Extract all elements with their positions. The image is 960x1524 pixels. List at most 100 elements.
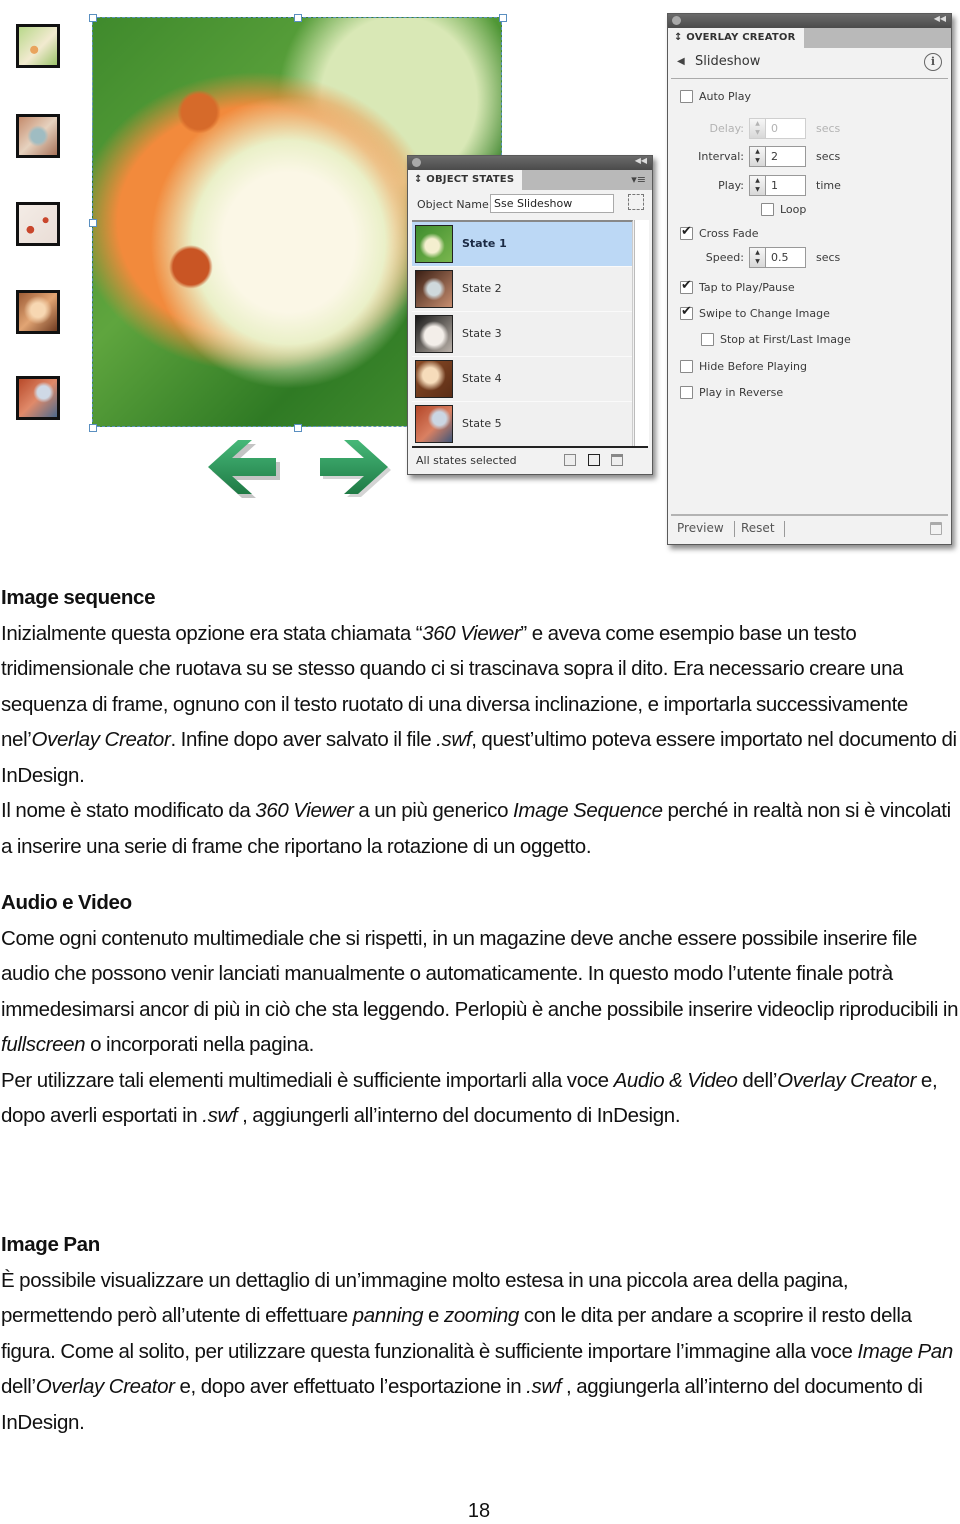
interval-spinner[interactable]: ▲ ▼ <box>749 146 766 167</box>
thumbnail-1[interactable] <box>16 24 60 68</box>
delay-spinner: ▲ ▼ <box>749 118 766 139</box>
section-heading: Image sequence <box>1 586 156 609</box>
play-spinner[interactable]: ▲ ▼ <box>749 175 766 196</box>
hide-row[interactable]: Hide Before Playing <box>680 360 807 373</box>
page-number: 18 <box>467 1500 491 1522</box>
auto-play-row[interactable]: Auto Play <box>680 90 751 103</box>
thumbnail-4[interactable] <box>16 290 60 334</box>
interval-label: Interval: <box>698 150 744 163</box>
selection-handle[interactable] <box>294 14 302 22</box>
tap-to-play-checkbox[interactable] <box>680 278 693 294</box>
play-in-reverse-checkbox[interactable] <box>680 386 693 399</box>
selection-handle[interactable] <box>89 424 97 432</box>
swipe-checkbox[interactable] <box>680 304 693 320</box>
back-icon[interactable]: ◀ <box>677 56 685 67</box>
play-input[interactable]: 1 <box>766 175 806 196</box>
states-scrollbar[interactable] <box>634 220 649 446</box>
arrow-right-icon[interactable] <box>314 436 394 498</box>
delay-unit: secs <box>816 122 841 135</box>
section-heading: Audio e Video <box>1 891 132 914</box>
new-state-icon[interactable] <box>564 454 576 466</box>
state-thumbnail <box>415 405 453 443</box>
tab-overlay-creator[interactable]: ↕ OVERLAY CREATOR <box>668 28 804 48</box>
convert-to-mso-icon[interactable] <box>628 194 644 210</box>
preview-button[interactable]: Preview <box>677 521 724 535</box>
selection-handle[interactable] <box>89 14 97 22</box>
object-name-input[interactable]: Sse Slideshow <box>490 194 614 213</box>
stop-row[interactable]: Stop at First/Last Image <box>701 333 851 346</box>
tab-object-states[interactable]: ↕ OBJECT STATES <box>408 170 523 190</box>
thumbnail-2[interactable] <box>16 114 60 158</box>
state-label: State 4 <box>462 372 502 385</box>
thumbnail-5[interactable] <box>16 376 60 420</box>
loop-row[interactable]: Loop <box>761 203 806 216</box>
section-image-pan: Image Pan È possibile visualizzare un de… <box>1 1227 959 1440</box>
tap-row[interactable]: Tap to Play/Pause <box>680 278 795 294</box>
paragraph: È possibile visualizzare un dettaglio di… <box>1 1268 953 1434</box>
selection-handle[interactable] <box>294 424 302 432</box>
delay-label: Delay: <box>709 122 744 135</box>
overlay-type-title: Slideshow <box>695 54 761 69</box>
section-heading: Image Pan <box>1 1233 100 1256</box>
panel-menu-icon[interactable]: ▾≡ <box>631 173 646 186</box>
panel-tab-row: ↕ OBJECT STATES ▾≡ <box>408 170 652 190</box>
paragraph: Il nome è stato modificato da 360 Viewer… <box>1 799 951 858</box>
loop-checkbox[interactable] <box>761 203 774 216</box>
state-item[interactable]: State 4 <box>412 357 632 402</box>
speed-spinner[interactable]: ▲ ▼ <box>749 247 766 268</box>
interval-input[interactable]: 2 <box>766 146 806 167</box>
selection-handle[interactable] <box>89 219 97 227</box>
panel-titlebar[interactable]: ◀◀ <box>408 156 652 170</box>
swipe-label: Swipe to Change Image <box>699 307 830 320</box>
state-item[interactable]: State 5 <box>412 402 632 447</box>
paragraph: Come ogni contenuto multimediale che si … <box>1 926 959 1057</box>
object-states-footer: All states selected <box>412 446 648 474</box>
state-label: State 2 <box>462 282 502 295</box>
object-states-panel: ◀◀ ↕ OBJECT STATES ▾≡ Object Name: Sse S… <box>407 155 653 475</box>
hide-before-playing-label: Hide Before Playing <box>699 360 807 373</box>
duplicate-state-icon[interactable] <box>588 454 600 466</box>
reset-button[interactable]: Reset <box>741 521 775 535</box>
collapse-icon[interactable]: ◀◀ <box>635 156 647 165</box>
thumbnail-3[interactable] <box>16 202 60 246</box>
state-label: State 1 <box>462 237 507 250</box>
play-in-reverse-label: Play in Reverse <box>699 386 784 399</box>
speed-row: Speed: ▲ ▼ 0.5 secs <box>668 247 840 268</box>
cross-fade-row[interactable]: Cross Fade <box>680 224 758 240</box>
info-icon[interactable]: i <box>924 53 942 71</box>
close-icon[interactable] <box>672 16 681 25</box>
speed-input[interactable]: 0.5 <box>766 247 806 268</box>
delete-state-icon[interactable] <box>611 454 623 466</box>
interval-unit: secs <box>816 150 841 163</box>
auto-play-checkbox[interactable] <box>680 90 693 103</box>
state-label: State 3 <box>462 327 502 340</box>
object-name-label: Object Name: <box>417 198 493 211</box>
play-row: Play: ▲ ▼ 1 time <box>668 175 841 196</box>
state-item[interactable]: State 1 <box>412 222 632 267</box>
stop-at-first-last-checkbox[interactable] <box>701 333 714 346</box>
panel-titlebar[interactable]: ◀◀ <box>668 14 951 28</box>
state-thumbnail <box>415 360 453 398</box>
collapse-icon[interactable]: ◀◀ <box>934 14 946 23</box>
divider <box>784 521 785 537</box>
cross-fade-checkbox[interactable] <box>680 224 693 240</box>
overlay-creator-panel: ◀◀ ↕ OVERLAY CREATOR ◀ Slideshow i Auto … <box>667 13 952 545</box>
stop-at-first-last-label: Stop at First/Last Image <box>720 333 851 346</box>
state-item[interactable]: State 3 <box>412 312 632 357</box>
swipe-row[interactable]: Swipe to Change Image <box>680 304 830 320</box>
loop-label: Loop <box>780 203 807 216</box>
state-label: State 5 <box>462 417 502 430</box>
speed-unit: secs <box>816 251 841 264</box>
trash-icon[interactable] <box>930 522 942 535</box>
section-audio-video: Audio e Video Come ogni contenuto multim… <box>1 885 959 1134</box>
play-unit: time <box>816 179 841 192</box>
state-thumbnail <box>415 270 453 308</box>
selection-handle[interactable] <box>499 14 507 22</box>
hide-before-playing-checkbox[interactable] <box>680 360 693 373</box>
object-name-row: Object Name: Sse Slideshow <box>408 190 652 218</box>
state-item[interactable]: State 2 <box>412 267 632 312</box>
close-icon[interactable] <box>412 158 421 167</box>
tap-to-play-label: Tap to Play/Pause <box>699 281 795 294</box>
arrow-left-icon[interactable] <box>202 436 282 498</box>
reverse-row[interactable]: Play in Reverse <box>680 386 783 399</box>
